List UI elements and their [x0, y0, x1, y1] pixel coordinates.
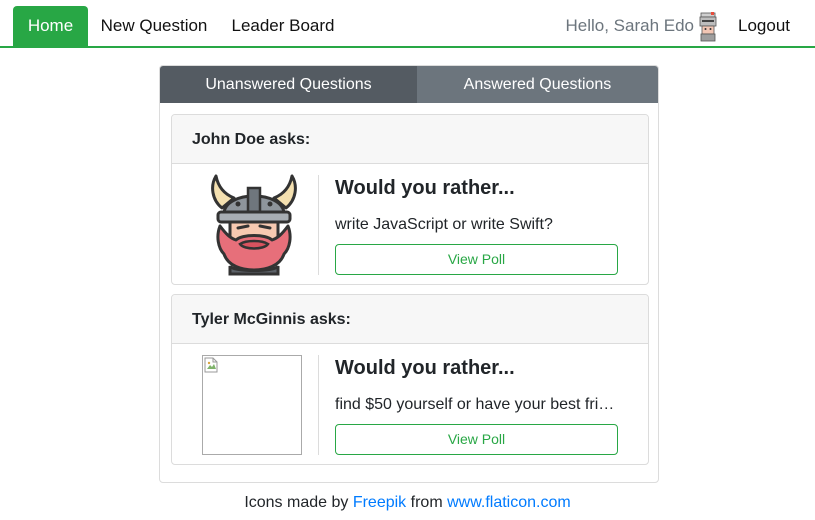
freepik-link[interactable]: Freepik — [353, 494, 406, 511]
footer-prefix: Icons made by — [244, 494, 349, 511]
question-preview: write JavaScript or write Swift? — [335, 216, 553, 233]
footer-credit: Icons made by Freepik from www.flaticon.… — [0, 494, 815, 512]
question-author: John Doe asks: — [172, 115, 648, 164]
questions-card: Unanswered Questions Answered Questions … — [159, 65, 659, 483]
view-poll-button[interactable]: View Poll — [335, 424, 618, 455]
question-card: John Doe asks: Would you rather... write… — [171, 114, 649, 285]
nav-leader-board-tab[interactable]: Leader Board — [222, 6, 344, 46]
vertical-divider — [318, 175, 319, 275]
logout-button[interactable]: Logout — [728, 6, 800, 46]
question-title: Would you rather... — [335, 177, 515, 199]
tab-unanswered-questions[interactable]: Unanswered Questions — [160, 66, 417, 103]
tab-answered-questions[interactable]: Answered Questions — [417, 66, 658, 103]
viking-avatar-icon — [211, 174, 297, 276]
question-preview: find $50 yourself or have your best frie… — [335, 396, 617, 413]
view-poll-button[interactable]: View Poll — [335, 244, 618, 275]
user-avatar-icon — [699, 12, 717, 42]
vertical-divider — [318, 355, 319, 455]
flaticon-link[interactable]: www.flaticon.com — [447, 494, 571, 511]
nav-home-tab[interactable]: Home — [13, 6, 88, 46]
user-greeting: Hello, Sarah Edo — [565, 16, 694, 35]
broken-avatar-image — [202, 355, 302, 455]
question-card: Tyler McGinnis asks: Would you rather...… — [171, 294, 649, 465]
nav-new-question-tab[interactable]: New Question — [90, 6, 218, 46]
question-author: Tyler McGinnis asks: — [172, 295, 648, 344]
top-nav: Home New Question Leader Board Hello, Sa… — [0, 0, 815, 48]
broken-image-icon — [204, 357, 218, 373]
question-title: Would you rather... — [335, 357, 515, 379]
footer-middle: from — [410, 494, 443, 511]
